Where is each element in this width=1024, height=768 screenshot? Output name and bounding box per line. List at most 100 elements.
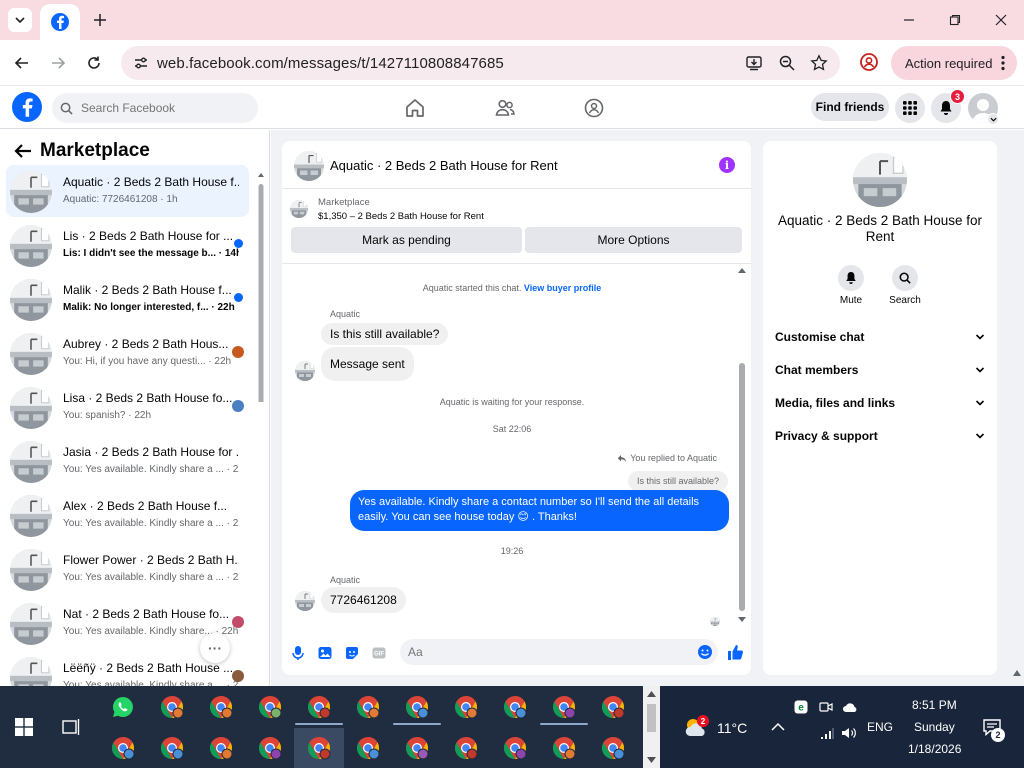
listing-large-thumbnail[interactable] [853,153,907,207]
chat-title[interactable]: Aquatic · 2 Beds 2 Bath House for Rent [330,158,558,173]
meet-now-icon[interactable] [819,700,833,714]
facebook-search-box[interactable] [52,93,258,123]
chrome-window-icon[interactable] [405,736,429,760]
list-scrollbar[interactable] [257,172,265,402]
restore-button[interactable] [945,10,965,30]
onedrive-icon[interactable] [842,700,858,714]
chrome-window-icon[interactable] [160,736,184,760]
more-options-button[interactable]: More Options [525,227,742,253]
back-arrow-icon[interactable] [14,143,32,159]
outgoing-message[interactable]: Yes available. Kindly share a contact nu… [350,490,729,531]
incoming-message[interactable]: Is this still available? [321,323,449,345]
install-app-icon[interactable] [745,54,763,72]
chrome-window-icon[interactable] [209,695,233,719]
conversation-item[interactable]: Flower Power · 2 Beds 2 Bath H... You: Ye… [6,543,249,595]
chrome-window-icon[interactable] [356,736,380,760]
whatsapp-icon[interactable] [111,695,135,719]
chrome-window-icon[interactable] [307,695,331,719]
clock-time[interactable]: 8:51 PM [912,698,957,712]
find-friends-button[interactable]: Find friends [811,93,889,121]
windows-start-icon[interactable] [15,718,33,736]
chrome-window-icon[interactable] [209,736,233,760]
facebook-search-input[interactable] [81,101,241,115]
zoom-icon[interactable] [778,54,796,72]
address-bar[interactable]: web.facebook.com/messages/t/142711080884… [121,46,840,80]
action-required-button[interactable]: Action required [891,46,1017,80]
conversation-item[interactable]: Aquatic · 2 Beds 2 Bath House f... Aquati… [6,165,249,217]
sticker-icon[interactable] [344,645,360,661]
language-indicator[interactable]: ENG [867,720,893,734]
home-icon[interactable] [404,97,426,119]
temperature[interactable]: 11°C [717,720,747,736]
reload-button[interactable] [82,51,106,75]
volume-icon[interactable] [841,726,857,740]
chrome-window-icon[interactable] [356,695,380,719]
sender-avatar[interactable] [295,361,315,381]
mark-as-pending-button[interactable]: Mark as pending [291,227,522,253]
chrome-window-icon[interactable] [405,695,429,719]
profile-icon[interactable] [859,52,879,72]
search-action[interactable]: Search [880,265,930,306]
view-buyer-profile-link[interactable]: View buyer profile [524,283,601,293]
chat-scrollbar[interactable] [737,267,747,623]
info-section-row[interactable]: Media, files and links [775,388,985,418]
conversation-item[interactable]: Aubrey · 2 Beds 2 Bath Hous... You: Hi, i… [6,327,249,379]
conversation-item[interactable]: Lis · 2 Beds 2 Bath House for ... Lis: I … [6,219,249,271]
chrome-window-icon[interactable] [307,736,331,760]
browser-tab-facebook[interactable] [40,4,80,40]
chrome-window-icon[interactable] [111,736,135,760]
sender-avatar[interactable] [295,591,315,611]
chrome-window-icon[interactable] [552,695,576,719]
chrome-window-icon[interactable] [601,695,625,719]
clock-day[interactable]: Sunday [914,720,955,734]
conversation-item[interactable]: Alex · 2 Beds 2 Bath House f... You: Yes … [6,489,249,541]
conversation-item[interactable]: Malik · 2 Beds 2 Bath House f... Malik: N… [6,273,249,325]
page-scrollbar[interactable] [1010,130,1024,686]
image-icon[interactable] [317,645,333,661]
tab-search-button[interactable] [8,8,32,32]
info-icon[interactable]: i [719,157,735,173]
info-section-row[interactable]: Customise chat [775,322,985,352]
thumbs-up-icon[interactable] [726,643,744,661]
new-tab-button[interactable] [90,10,110,30]
chrome-window-icon[interactable] [503,695,527,719]
chrome-window-icon[interactable] [160,695,184,719]
task-view-icon[interactable] [62,718,80,736]
message-input[interactable] [408,645,688,659]
info-section-row[interactable]: Chat members [775,355,985,385]
conversation-item[interactable]: Jasia · 2 Beds 2 Bath House for ... You: … [6,435,249,487]
minimize-button[interactable] [899,10,919,30]
chrome-window-icon[interactable] [258,736,282,760]
chrome-window-icon[interactable] [258,695,282,719]
listing-price-title[interactable]: $1,350 – 2 Beds 2 Bath House for Rent [318,211,484,222]
listing-thumbnail[interactable] [294,151,324,181]
chrome-window-icon[interactable] [454,736,478,760]
network-icon[interactable] [820,726,834,740]
chrome-window-icon[interactable] [503,736,527,760]
listing-small-thumbnail[interactable] [290,200,308,218]
chevron-up-icon[interactable] [771,722,785,732]
bookmark-star-icon[interactable] [810,54,828,72]
emoji-icon[interactable] [697,644,713,660]
gif-icon[interactable]: GIF [371,645,387,661]
clock-date[interactable]: 1/18/2026 [908,742,961,756]
forward-button[interactable] [46,51,70,75]
message-input-box[interactable] [400,639,718,665]
conversation-options-button[interactable]: ··· [200,633,230,663]
back-button[interactable] [10,51,34,75]
quoted-message[interactable]: Is this still available? [627,471,728,491]
account-menu-caret[interactable] [987,113,999,125]
menu-button[interactable] [895,93,925,123]
chrome-window-icon[interactable] [454,695,478,719]
friends-icon[interactable] [494,97,516,119]
chrome-window-icon[interactable] [601,736,625,760]
incoming-message[interactable]: 7726461208 [321,587,406,613]
facebook-logo[interactable] [12,92,42,122]
conversation-item[interactable]: Lisa · 2 Beds 2 Bath House fo... You: spa… [6,381,249,433]
groups-icon[interactable] [583,97,605,119]
tray-app-icon[interactable]: e [794,700,808,714]
taskbar-scrollbar[interactable] [643,686,660,768]
incoming-message[interactable]: Message sent [321,347,414,381]
microphone-icon[interactable] [290,645,306,661]
mute-action[interactable]: Mute [826,265,876,306]
